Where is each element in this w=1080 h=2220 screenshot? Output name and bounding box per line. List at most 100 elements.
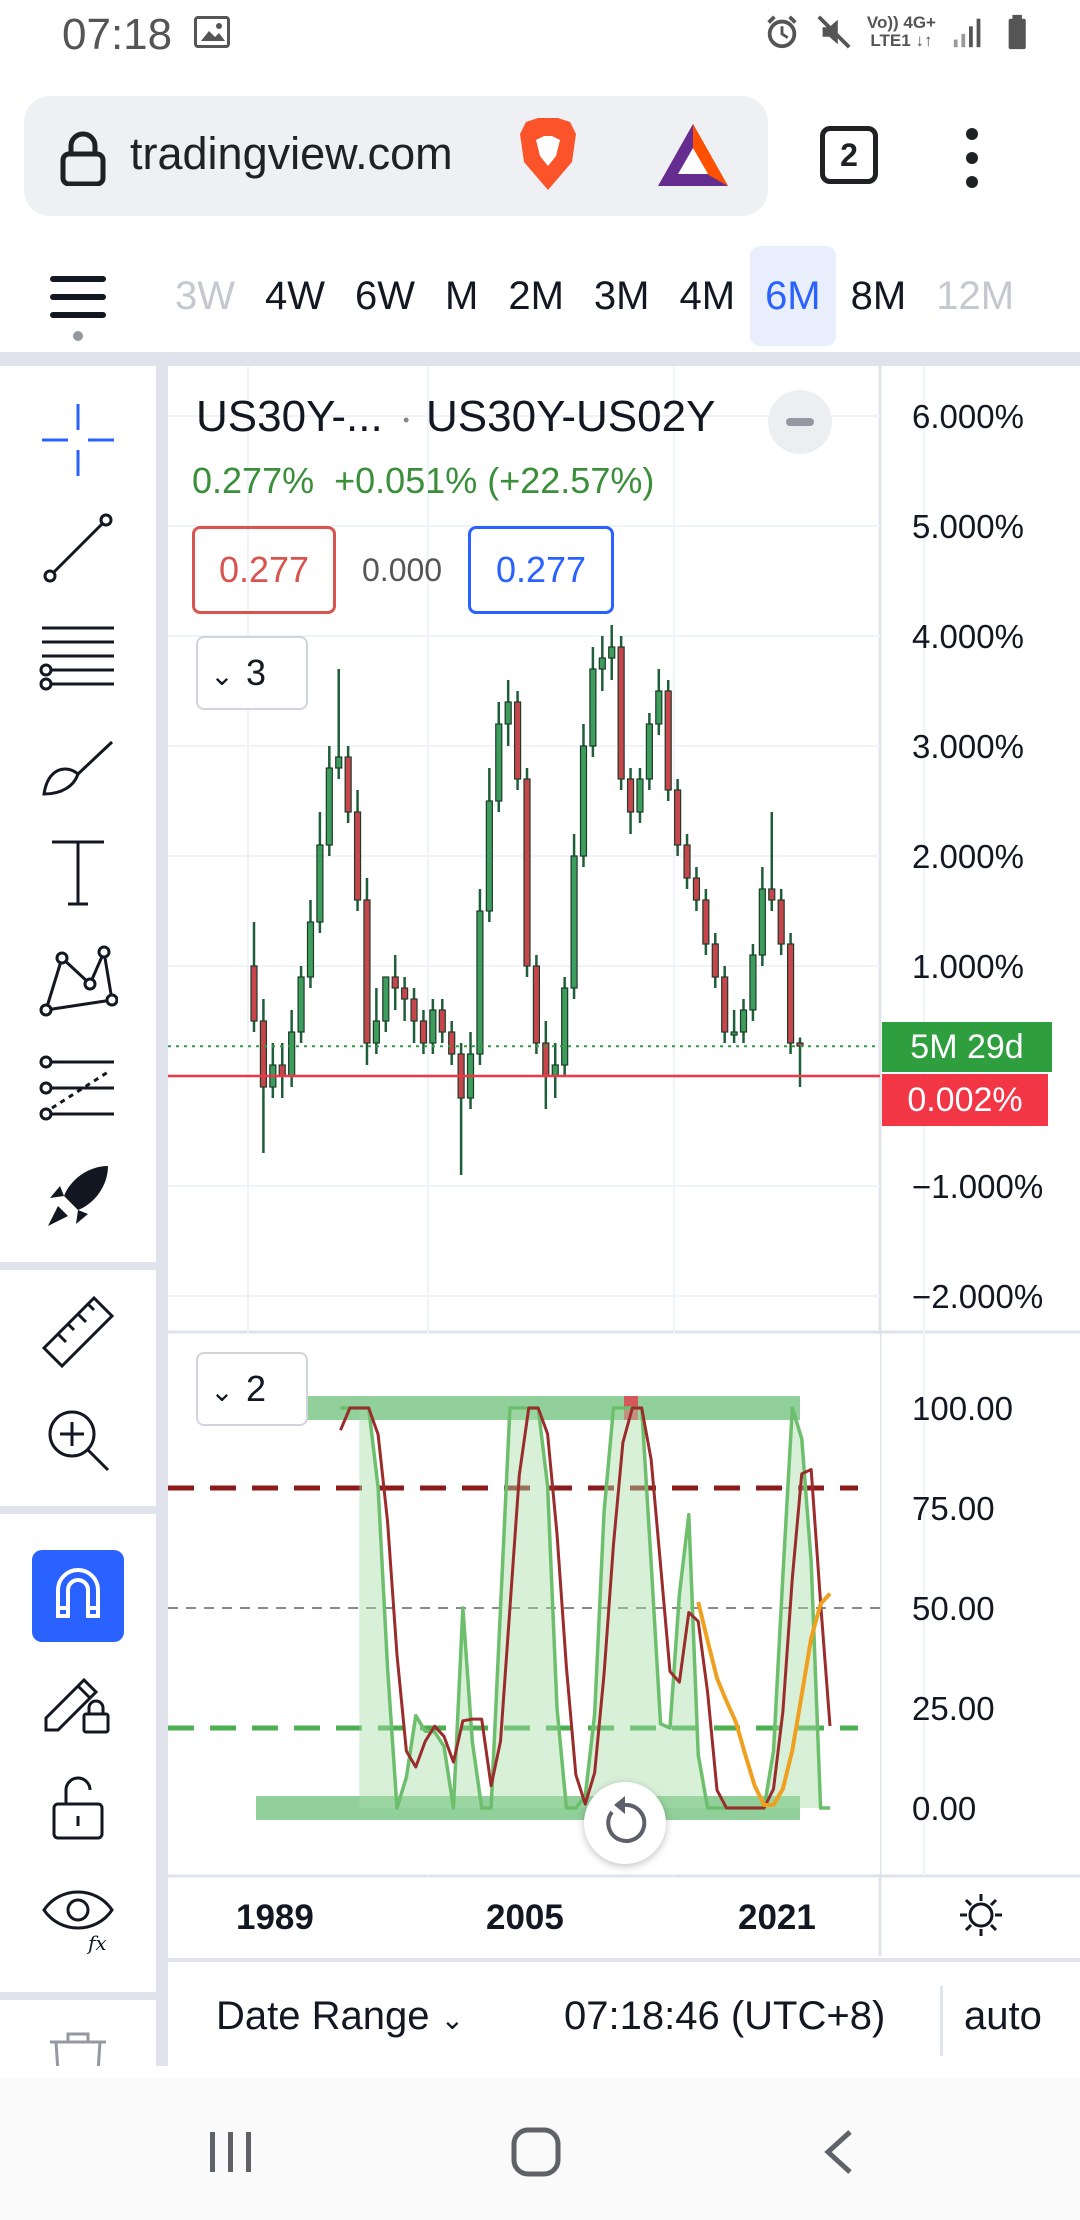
- price-axis-label: 4.000%: [912, 618, 1024, 655]
- candle-up: [561, 987, 569, 1066]
- candle-up: [636, 778, 644, 813]
- toolbar-separator: [0, 1506, 156, 1514]
- candle-down: [344, 756, 352, 813]
- fib-retracement-tool[interactable]: [38, 616, 118, 696]
- timeframe-3w[interactable]: 3W: [160, 246, 250, 346]
- remove-drawings-tool[interactable]: [38, 2026, 118, 2066]
- time-axis-label: 2021: [738, 1898, 816, 1937]
- candle-up: [749, 954, 757, 1011]
- candle-down: [278, 1064, 286, 1077]
- date-range-button[interactable]: Date Range ⌄: [216, 1994, 464, 2039]
- candle-down: [768, 888, 776, 901]
- eye-fx-icon: fx: [42, 1890, 114, 1955]
- candle-down: [353, 811, 362, 901]
- crosshair-tool[interactable]: [38, 400, 118, 480]
- lock-drawings-tool[interactable]: [38, 1766, 118, 1846]
- text-tool[interactable]: [38, 832, 118, 912]
- timeframe-6m[interactable]: 6M: [750, 246, 836, 346]
- current-price-badge: 0.002%: [882, 1074, 1048, 1126]
- candle-down: [542, 1042, 550, 1077]
- timeframe-m[interactable]: M: [430, 246, 493, 346]
- status-time: 07:18: [62, 10, 173, 59]
- auto-scale-button[interactable]: auto: [964, 1994, 1042, 2039]
- bottom-bar-divider: [168, 1958, 1080, 1962]
- main-menu-icon[interactable]: [48, 272, 110, 342]
- candle-up: [598, 657, 606, 670]
- chevron-down-icon: ⌄: [210, 660, 234, 691]
- candle-up: [288, 1031, 296, 1077]
- timeframe-4w[interactable]: 4W: [250, 246, 340, 346]
- indicator-pane-toggle[interactable]: ⌄ 2: [196, 1352, 308, 1426]
- bat-rewards-icon[interactable]: [656, 122, 730, 188]
- candle-down: [410, 998, 418, 1022]
- brush-tool[interactable]: [38, 724, 118, 804]
- legend-symbol-short[interactable]: US30Y-...: [196, 392, 383, 442]
- url-text[interactable]: tradingview.com: [130, 128, 453, 180]
- candle-up: [589, 668, 597, 747]
- timeframe-12m[interactable]: 12M: [921, 246, 1029, 346]
- candle-up: [730, 1031, 738, 1036]
- time-axis-label: 2005: [486, 1898, 564, 1937]
- tabs-count-button[interactable]: 2: [820, 126, 878, 184]
- candle-down: [250, 965, 258, 1022]
- indicator-axis-label: 100.00: [912, 1390, 1013, 1427]
- minus-icon: [786, 418, 814, 426]
- candle-up: [325, 767, 333, 846]
- legend-symbol[interactable]: US30Y-US02Y: [426, 392, 715, 442]
- recent-apps-icon[interactable]: [206, 2130, 256, 2174]
- buy-price-button[interactable]: 0.277: [468, 526, 614, 614]
- ruler-icon: [41, 1295, 115, 1369]
- legend-last: 0.277%: [192, 460, 315, 501]
- hide-drawings-tool[interactable]: fx: [38, 1874, 118, 1955]
- timeframe-selector: 3W 4W 6W M 2M 3M 4M 6M 8M 12M: [160, 246, 1029, 346]
- indicator-axis-label: 50.00: [912, 1590, 995, 1627]
- candle-down: [523, 778, 531, 967]
- legend-change: +0.051% (+22.57%): [334, 460, 655, 501]
- lock-icon[interactable]: [58, 130, 108, 186]
- candle-down: [401, 987, 409, 1000]
- candle-up: [655, 690, 663, 725]
- trend-line-tool[interactable]: [38, 508, 118, 588]
- measure-tool[interactable]: [38, 1292, 118, 1372]
- trend-line-icon: [43, 513, 113, 583]
- prediction-icon: [39, 1055, 114, 1121]
- timeframe-2m[interactable]: 2M: [493, 246, 579, 346]
- legend-separator-dot: •: [403, 410, 410, 430]
- timezone-clock[interactable]: 07:18:46 (UTC+8): [564, 1994, 885, 2039]
- bar-countdown-badge: 5M 29d: [882, 1022, 1052, 1072]
- candle-down: [626, 778, 635, 813]
- price-axis-label: −1.000%: [912, 1168, 1044, 1205]
- zoom-in-tool[interactable]: [38, 1400, 118, 1480]
- timeframe-8m[interactable]: 8M: [836, 246, 922, 346]
- back-icon[interactable]: [820, 2128, 856, 2176]
- signal-icon: [953, 18, 981, 48]
- spread-value: 0.000: [362, 552, 443, 588]
- sell-price-button[interactable]: 0.277: [192, 526, 336, 614]
- main-pane-indicators-toggle[interactable]: ⌄ 3: [196, 636, 308, 710]
- forecast-tool[interactable]: [38, 1048, 118, 1128]
- candle-down: [438, 1009, 446, 1033]
- magnet-mode-button[interactable]: [32, 1550, 124, 1642]
- timeframe-3m[interactable]: 3M: [579, 246, 665, 346]
- timeframe-4m[interactable]: 4M: [664, 246, 750, 346]
- icons-tool[interactable]: [38, 1156, 118, 1236]
- chevron-down-icon: ⌄: [440, 2004, 465, 2035]
- svg-text:fx: fx: [86, 1931, 107, 1954]
- home-icon[interactable]: [510, 2126, 562, 2178]
- indicator-axis-label: 0.00: [912, 1790, 977, 1827]
- hide-legend-button[interactable]: [768, 390, 832, 454]
- candle-up: [758, 888, 766, 956]
- stay-in-drawing-mode-tool[interactable]: [38, 1658, 118, 1738]
- price-axis-label: 1.000%: [912, 948, 1024, 985]
- alarm-icon: [767, 15, 797, 49]
- price-axis-label: 6.000%: [912, 398, 1024, 435]
- candle-down: [786, 943, 795, 1044]
- timeframe-6w[interactable]: 6W: [340, 246, 430, 346]
- chart-settings-icon[interactable]: [956, 1890, 1006, 1940]
- reset-chart-button[interactable]: [584, 1782, 666, 1864]
- pattern-tool[interactable]: [38, 940, 119, 1020]
- candle-down: [702, 899, 710, 945]
- candle-down: [777, 899, 785, 945]
- brave-shield-icon[interactable]: [516, 116, 580, 192]
- browser-menu-icon[interactable]: [960, 126, 984, 190]
